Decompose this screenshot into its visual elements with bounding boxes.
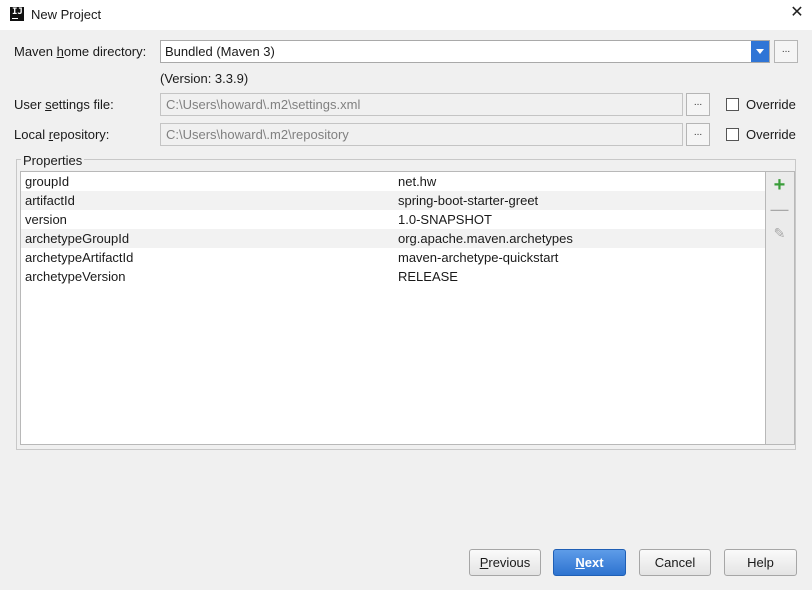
local-repo-override-checkbox[interactable]	[726, 128, 739, 141]
user-settings-override-checkbox[interactable]	[726, 98, 739, 111]
property-key: archetypeVersion	[25, 269, 126, 284]
table-row[interactable]: archetypeArtifactId maven-archetype-quic…	[21, 248, 765, 267]
remove-icon[interactable]: —	[766, 198, 793, 220]
maven-home-browse-button[interactable]: ...	[774, 40, 798, 63]
title-bar: IJ New Project ✕	[0, 0, 812, 30]
previous-button[interactable]: Previous	[469, 549, 541, 576]
property-value[interactable]: spring-boot-starter-greet	[398, 193, 538, 208]
properties-title: Properties	[21, 153, 85, 168]
user-settings-value: C:\Users\howard\.m2\settings.xml	[166, 97, 361, 112]
user-settings-override-label[interactable]: Override	[746, 97, 796, 112]
property-key: version	[25, 212, 67, 227]
property-value[interactable]: maven-archetype-quickstart	[398, 250, 558, 265]
table-row[interactable]: groupId net.hw	[21, 172, 765, 191]
table-row[interactable]: archetypeGroupId org.apache.maven.archet…	[21, 229, 765, 248]
property-value[interactable]: 1.0-SNAPSHOT	[398, 212, 492, 227]
edit-icon[interactable]: ✎	[766, 222, 793, 244]
local-repo-value: C:\Users\howard\.m2\repository	[166, 127, 349, 142]
next-button[interactable]: Next	[553, 549, 626, 576]
user-settings-label: User settings file:	[14, 97, 114, 112]
property-key: groupId	[25, 174, 70, 189]
local-repo-override-label[interactable]: Override	[746, 127, 796, 142]
maven-home-value: Bundled (Maven 3)	[165, 44, 275, 59]
table-row[interactable]: artifactId spring-boot-starter-greet	[21, 191, 765, 210]
local-repo-label: Local repository:	[14, 127, 110, 142]
help-button[interactable]: Help	[724, 549, 797, 576]
local-repo-field[interactable]: C:\Users\howard\.m2\repository	[160, 123, 683, 146]
chevron-down-icon[interactable]	[751, 41, 769, 62]
window-title: New Project	[31, 7, 102, 22]
property-key: archetypeGroupId	[25, 231, 130, 246]
maven-version-note: (Version: 3.3.9)	[160, 71, 249, 86]
cancel-button[interactable]: Cancel	[639, 549, 711, 576]
close-icon[interactable]: ✕	[786, 2, 808, 24]
intellij-app-icon: IJ	[10, 7, 24, 21]
user-settings-browse-button[interactable]: ...	[686, 93, 710, 116]
property-key: archetypeArtifactId	[25, 250, 134, 265]
add-icon[interactable]: +	[766, 174, 793, 196]
property-key: artifactId	[25, 193, 75, 208]
local-repo-browse-button[interactable]: ...	[686, 123, 710, 146]
property-value[interactable]: net.hw	[398, 174, 436, 189]
table-row[interactable]: archetypeVersion RELEASE	[21, 267, 765, 286]
user-settings-field[interactable]: C:\Users\howard\.m2\settings.xml	[160, 93, 683, 116]
maven-home-label: Maven home directory:	[14, 44, 147, 59]
properties-toolbar: + — ✎	[766, 171, 795, 445]
property-value[interactable]: org.apache.maven.archetypes	[398, 231, 573, 246]
maven-home-combo[interactable]: Bundled (Maven 3)	[160, 40, 770, 63]
properties-table: groupId net.hw artifactId spring-boot-st…	[20, 171, 766, 445]
property-value[interactable]: RELEASE	[398, 269, 458, 284]
table-row[interactable]: version 1.0-SNAPSHOT	[21, 210, 765, 229]
